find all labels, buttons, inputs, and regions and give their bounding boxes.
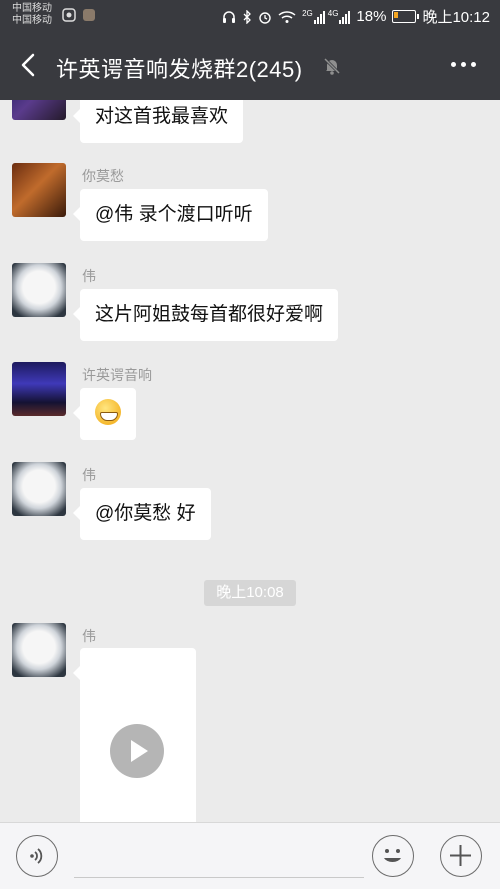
avatar[interactable]	[12, 462, 66, 516]
avatar[interactable]	[12, 623, 66, 677]
sender-name: 伟	[82, 268, 96, 284]
alarm-icon	[259, 11, 271, 24]
message-bubble[interactable]	[73, 388, 136, 440]
carrier-2: 中国移动	[12, 15, 52, 26]
back-arrow-icon[interactable]	[14, 50, 44, 80]
sender-name: 伟	[82, 628, 96, 644]
plus-icon[interactable]	[440, 835, 482, 877]
chat-area[interactable]: 对这首我最喜欢 你莫愁 @伟 录个渡口听听 伟 这片阿姐鼓每首都很好爱啊 许英谔…	[0, 100, 500, 822]
chat-header: 许英谔音响发烧群2(245)	[0, 32, 500, 100]
carrier-info: 中国移动 中国移动	[12, 3, 52, 27]
message-input[interactable]	[74, 843, 364, 878]
app-badge-icon	[83, 9, 95, 21]
sender-name: 许英谔音响	[82, 367, 152, 383]
notification-icon	[62, 8, 76, 22]
avatar[interactable]	[12, 100, 66, 120]
message-bubble[interactable]: 这片阿姐鼓每首都很好爱啊	[72, 289, 339, 341]
bluetooth-icon	[243, 9, 251, 24]
avatar[interactable]	[12, 163, 66, 217]
voice-waves-icon	[30, 848, 43, 864]
video-message[interactable]	[73, 648, 196, 822]
more-dots-icon[interactable]	[451, 62, 476, 67]
avatar[interactable]	[12, 362, 66, 416]
voice-icon[interactable]	[16, 835, 58, 877]
smiley-face-icon	[384, 849, 401, 863]
carrier-1: 中国移动	[12, 3, 52, 14]
avatar[interactable]	[12, 263, 66, 317]
play-icon[interactable]	[110, 724, 164, 778]
message-bubble[interactable]: @伟 录个渡口听听	[73, 189, 268, 241]
message-bubble[interactable]: 对这首我最喜欢	[72, 100, 244, 143]
sender-name: 伟	[82, 467, 96, 483]
chat-title: 许英谔音响发烧群2(245)	[56, 57, 303, 82]
message-bubble[interactable]: @你莫愁 好	[73, 488, 211, 540]
clock: 晚上10:12	[422, 9, 490, 26]
status-bar: 中国移动 中国移动 2G 4G 18% 晚上10:12	[0, 0, 500, 32]
sender-name: 你莫愁	[82, 168, 124, 184]
input-bar	[0, 822, 500, 889]
battery-percent: 18%	[356, 8, 387, 25]
time-separator: 晚上10:08	[204, 580, 296, 606]
battery-icon	[392, 10, 420, 23]
wifi-icon	[278, 10, 296, 23]
plus-sign-icon	[450, 845, 471, 866]
headset-icon	[223, 10, 236, 23]
emoji-icon[interactable]	[372, 835, 414, 877]
signal-icon: 2G 4G	[302, 9, 351, 24]
grin-emoji-icon	[95, 398, 121, 425]
mute-bell-icon	[323, 57, 341, 75]
